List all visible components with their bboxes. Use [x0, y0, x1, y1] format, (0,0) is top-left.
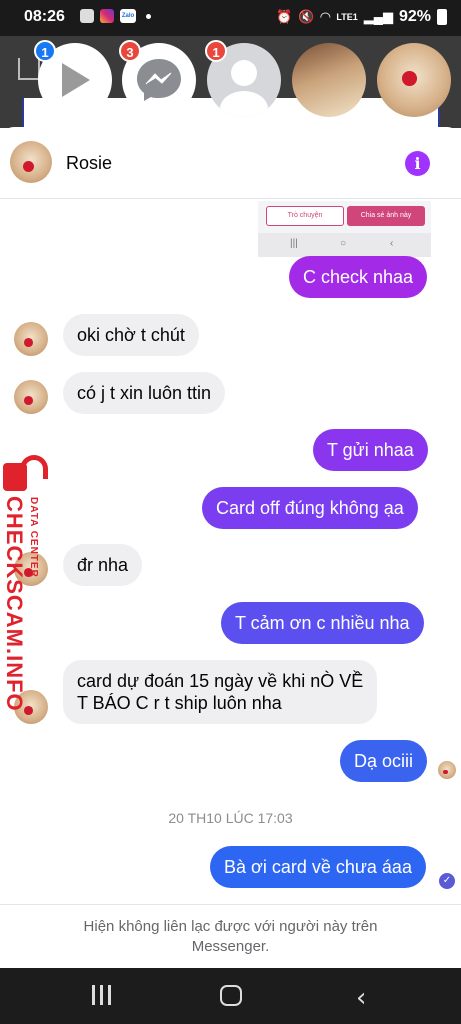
chat-panel: Rosie i Trò chuyện Chia sẻ ảnh này ||| ○ ‹…	[0, 127, 461, 968]
chat-head-cat-avatar[interactable]	[377, 43, 451, 117]
gallery-icon	[80, 9, 94, 23]
home-button[interactable]	[220, 985, 242, 1006]
shared-image[interactable]: Trò chuyện Chia sẻ ảnh này ||| ○ ‹	[258, 201, 431, 257]
contact-avatar[interactable]	[10, 141, 52, 183]
chat-header: Rosie i	[0, 127, 461, 199]
alarm-icon: ⏰	[276, 9, 293, 24]
home-icon	[18, 58, 40, 80]
watermark-lock-icon	[3, 455, 48, 491]
watermark-text: CHECKSCAM.INFO	[2, 496, 27, 712]
zalo-icon: Zalo	[120, 9, 136, 23]
instagram-icon	[100, 9, 114, 23]
message-bubble-out[interactable]: Card off đúng không ạa	[202, 487, 418, 529]
recents-button[interactable]	[92, 985, 112, 1005]
shared-image-share-button: Chia sẻ ảnh này	[347, 206, 425, 226]
battery-percent: 92%	[398, 8, 431, 25]
seen-avatar	[438, 761, 456, 779]
message-bubble-out[interactable]: Dạ ociii	[340, 740, 428, 782]
badge-user: 1	[205, 40, 227, 62]
badge-video-player: 1	[34, 40, 56, 62]
delivered-check-icon: ✓	[439, 873, 455, 889]
status-time: 08:26	[24, 8, 65, 25]
back-button[interactable]: ‹	[356, 983, 366, 1013]
network-label: LTE1	[336, 12, 358, 22]
signal-icon: ▂▄▆	[363, 9, 393, 24]
notification-icons: Zalo	[80, 9, 151, 23]
message-bubble-out[interactable]: T cảm ơn c nhiều nha	[221, 602, 424, 644]
shared-image-navbar: ||| ○ ‹	[258, 233, 431, 257]
status-right: ⏰ 🔇 ◠ LTE1 ▂▄▆ 92%	[276, 8, 447, 26]
mute-icon: 🔇	[298, 9, 315, 24]
sender-avatar	[14, 380, 48, 414]
badge-messenger: 3	[119, 40, 141, 62]
message-line: card dự đoán 15 ngày về khi nÒ VỀ	[77, 671, 364, 691]
unavailable-notice-line: Hiện không liên lạc được với người này t…	[83, 918, 378, 935]
watermark-subtext: DATA CENTER	[28, 497, 39, 578]
message-bubble-out[interactable]: T gửi nhaa	[313, 429, 428, 471]
status-bar: 08:26 Zalo ⏰ 🔇 ◠ LTE1 ▂▄▆ 92%	[0, 0, 461, 36]
system-nav-bar: ‹	[0, 968, 461, 1024]
message-bubble-out[interactable]: Bà ơi card về chưa áaa	[210, 846, 426, 888]
battery-icon	[437, 9, 447, 25]
message-bubble-in[interactable]: card dự đoán 15 ngày về khi nÒ VỀ T BÁO …	[63, 660, 378, 724]
wifi-icon: ◠	[320, 9, 331, 24]
message-line: T BÁO C r t ship luôn nha	[77, 693, 282, 713]
sender-avatar	[14, 322, 48, 356]
message-bubble-in[interactable]: có j t xin luôn ttin	[63, 372, 226, 414]
unavailable-notice: Hiện không liên lạc được với người này t…	[0, 904, 461, 968]
message-bubble-out[interactable]: C check nhaa	[289, 256, 428, 298]
message-bubble-in[interactable]: đr nha	[63, 544, 143, 586]
shared-image-chat-button: Trò chuyện	[266, 206, 344, 226]
unavailable-notice-line: Messenger.	[191, 938, 270, 955]
chat-head-kid-avatar[interactable]	[292, 43, 366, 117]
message-bubble-in[interactable]: oki chờ t chút	[63, 314, 199, 356]
message-timestamp: 20 TH10 LÚC 17:03	[168, 810, 293, 826]
info-icon[interactable]: i	[405, 151, 430, 176]
contact-name[interactable]: Rosie	[66, 153, 112, 174]
more-notifications-icon	[146, 13, 151, 19]
